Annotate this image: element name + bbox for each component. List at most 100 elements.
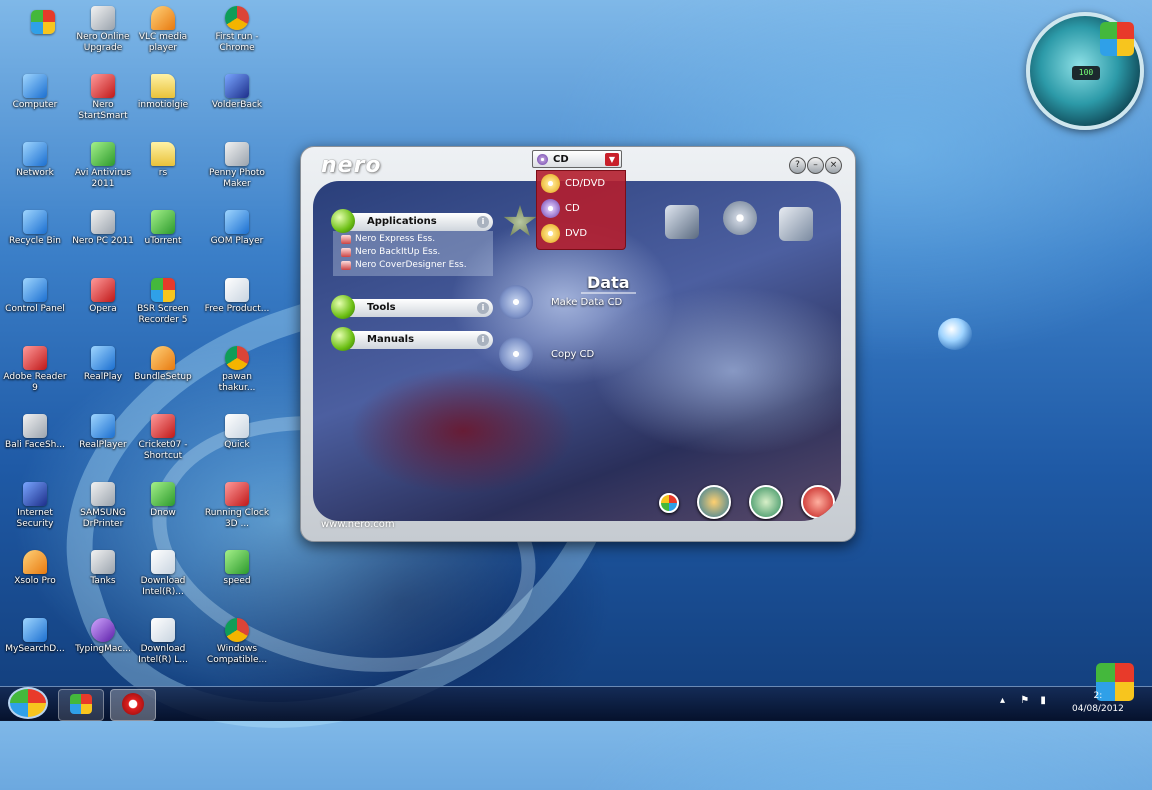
nero-url[interactable]: www.nero.com: [321, 519, 395, 530]
desktop-icon[interactable]: VLC media player: [130, 6, 196, 54]
desktop-icon[interactable]: Nero StartSmart: [70, 74, 136, 122]
option-cd[interactable]: CD: [537, 196, 625, 221]
applications-header[interactable]: Applications i: [331, 209, 493, 233]
desktop-icon[interactable]: Opera: [70, 278, 136, 315]
desktop-icon[interactable]: Quick: [204, 414, 270, 451]
desktop-icon-label: TypingMac...: [75, 644, 131, 654]
desktop-icon[interactable]: Adobe Reader 9: [2, 346, 68, 394]
desktop-icon-label: Avi Antivirus 2011: [74, 168, 132, 189]
photo-video-icon[interactable]: [665, 205, 699, 239]
extras-add-icon[interactable]: [779, 207, 813, 241]
desktop-icon[interactable]: inmotiolgie: [130, 74, 196, 111]
gadget-display: 100: [1072, 66, 1100, 80]
desktop-icon[interactable]: pawan thakur...: [204, 346, 270, 394]
desktop-icon-label: Opera: [89, 304, 117, 314]
desktop-shortcut-icon: [91, 210, 115, 234]
desktop-icon[interactable]: Dnow: [130, 482, 196, 519]
option-dvd[interactable]: DVD: [537, 221, 625, 246]
clock[interactable]: 2: 04/08/2012: [1072, 690, 1124, 716]
desktop-icon[interactable]: Cricket07 - Shortcut: [130, 414, 196, 462]
desktop-icon[interactable]: Running Clock 3D ...: [204, 482, 270, 530]
chevron-down-icon[interactable]: ▼: [605, 153, 619, 166]
desktop-shortcut-icon: [151, 346, 175, 370]
desktop-icon-label: Nero Online Upgrade: [76, 32, 130, 53]
tools-panel[interactable]: Tools i: [331, 295, 493, 319]
desktop-shortcut-icon: [23, 278, 47, 302]
desktop-icon[interactable]: Internet Security: [2, 482, 68, 530]
desktop-icon[interactable]: VolderBack: [204, 74, 270, 111]
applications-panel[interactable]: Applications i Nero Express Ess. Nero Ba…: [331, 209, 493, 276]
desktop-icon[interactable]: RealPlay: [70, 346, 136, 383]
desktop-icon[interactable]: Xsolo Pro: [2, 550, 68, 587]
media-type-dropdown[interactable]: CD ▼: [532, 150, 622, 168]
taskbar-app-nero[interactable]: [110, 689, 156, 721]
community-icon[interactable]: [697, 485, 731, 519]
desktop-icon-label: Bali FaceSh...: [5, 440, 65, 450]
desktop-gadget[interactable]: 100: [1026, 12, 1144, 130]
help-button[interactable]: ?: [789, 157, 806, 174]
tray-network-icon[interactable]: ▮: [1040, 695, 1046, 706]
desktop-icon[interactable]: rs: [130, 142, 196, 179]
desktop-icon[interactable]: TypingMac...: [70, 618, 136, 655]
desktop-icon[interactable]: Download Intel(R)...: [130, 550, 196, 598]
info-icon[interactable]: i: [477, 302, 489, 314]
desktop-shortcut-icon: [151, 482, 175, 506]
copy-burn-icon[interactable]: [723, 201, 757, 235]
desktop-icon[interactable]: Avi Antivirus 2011: [70, 142, 136, 190]
desktop-icon[interactable]: Nero Online Upgrade: [70, 6, 136, 54]
desktop-shortcut-icon: [225, 346, 249, 370]
desktop-icon[interactable]: uTorrent: [130, 210, 196, 247]
desktop-icon[interactable]: Control Panel: [2, 278, 68, 315]
desktop-icon[interactable]: Recycle Bin: [2, 210, 68, 247]
desktop-icon[interactable]: Windows Compatible...: [204, 618, 270, 666]
media-type-options: CD/DVD CD DVD: [536, 170, 626, 250]
info-icon[interactable]: i: [477, 334, 489, 346]
desktop-icon[interactable]: Computer: [2, 74, 68, 111]
manuals-header[interactable]: Manuals i: [331, 327, 493, 351]
desktop-icon[interactable]: BSR Screen Recorder 5: [130, 278, 196, 326]
desktop-icon[interactable]: Bali FaceSh...: [2, 414, 68, 451]
nero-home-icon[interactable]: [801, 485, 835, 519]
desktop-icon[interactable]: Download Intel(R) L...: [130, 618, 196, 666]
desktop-shortcut-icon: [225, 278, 249, 302]
tray-up-arrow-icon[interactable]: ▴: [1000, 695, 1005, 706]
desktop-icon[interactable]: SAMSUNG DrPrinter: [70, 482, 136, 530]
desktop-icon[interactable]: First run - Chrome: [204, 6, 270, 54]
desktop-shortcut-icon: [23, 74, 47, 98]
desktop-shortcut-icon: [91, 550, 115, 574]
desktop-icon[interactable]: Tanks: [70, 550, 136, 587]
desktop-icon[interactable]: GOM Player: [204, 210, 270, 247]
start-button[interactable]: [8, 687, 48, 719]
desktop-icon-label: Computer: [12, 100, 58, 110]
taskbar-app-windows[interactable]: [58, 689, 104, 721]
minimize-button[interactable]: –: [807, 157, 824, 174]
nero-app-icon: [122, 693, 144, 715]
desktop-icon[interactable]: [10, 10, 76, 36]
desktop-shortcut-icon: [23, 346, 47, 370]
desktop-icon[interactable]: Penny Photo Maker: [204, 142, 270, 190]
app-nero-backitup[interactable]: Nero BackItUp Ess.: [341, 246, 493, 259]
desktop-shortcut-icon: [225, 6, 249, 30]
desktop-icon[interactable]: BundleSetup: [130, 346, 196, 383]
desktop-shortcut-icon: [225, 210, 249, 234]
app-nero-coverdesigner[interactable]: Nero CoverDesigner Ess.: [341, 259, 493, 272]
info-icon[interactable]: i: [477, 216, 489, 228]
desktop-icon[interactable]: MySearchD...: [2, 618, 68, 655]
manuals-icon: [331, 327, 355, 351]
desktop-icon[interactable]: RealPlayer: [70, 414, 136, 451]
desktop-icon-label: BSR Screen Recorder 5: [137, 304, 189, 325]
manuals-panel[interactable]: Manuals i: [331, 327, 493, 351]
tray-flag-icon[interactable]: ⚑: [1020, 695, 1029, 706]
desktop-icon[interactable]: Network: [2, 142, 68, 179]
option-cd-dvd[interactable]: CD/DVD: [537, 171, 625, 196]
app-nero-express[interactable]: Nero Express Ess.: [341, 233, 493, 246]
nero-toolkit-icon[interactable]: [749, 485, 783, 519]
desktop-icon[interactable]: Free Product...: [204, 278, 270, 315]
close-button[interactable]: ×: [825, 157, 842, 174]
desktop-icon[interactable]: speed: [204, 550, 270, 587]
favorites-star-icon[interactable]: [503, 205, 537, 236]
desktop-icon[interactable]: Nero PC 2011: [70, 210, 136, 247]
nero-settings-icon[interactable]: [659, 493, 679, 513]
tools-header[interactable]: Tools i: [331, 295, 493, 319]
desktop-shortcut-icon: [23, 210, 47, 234]
